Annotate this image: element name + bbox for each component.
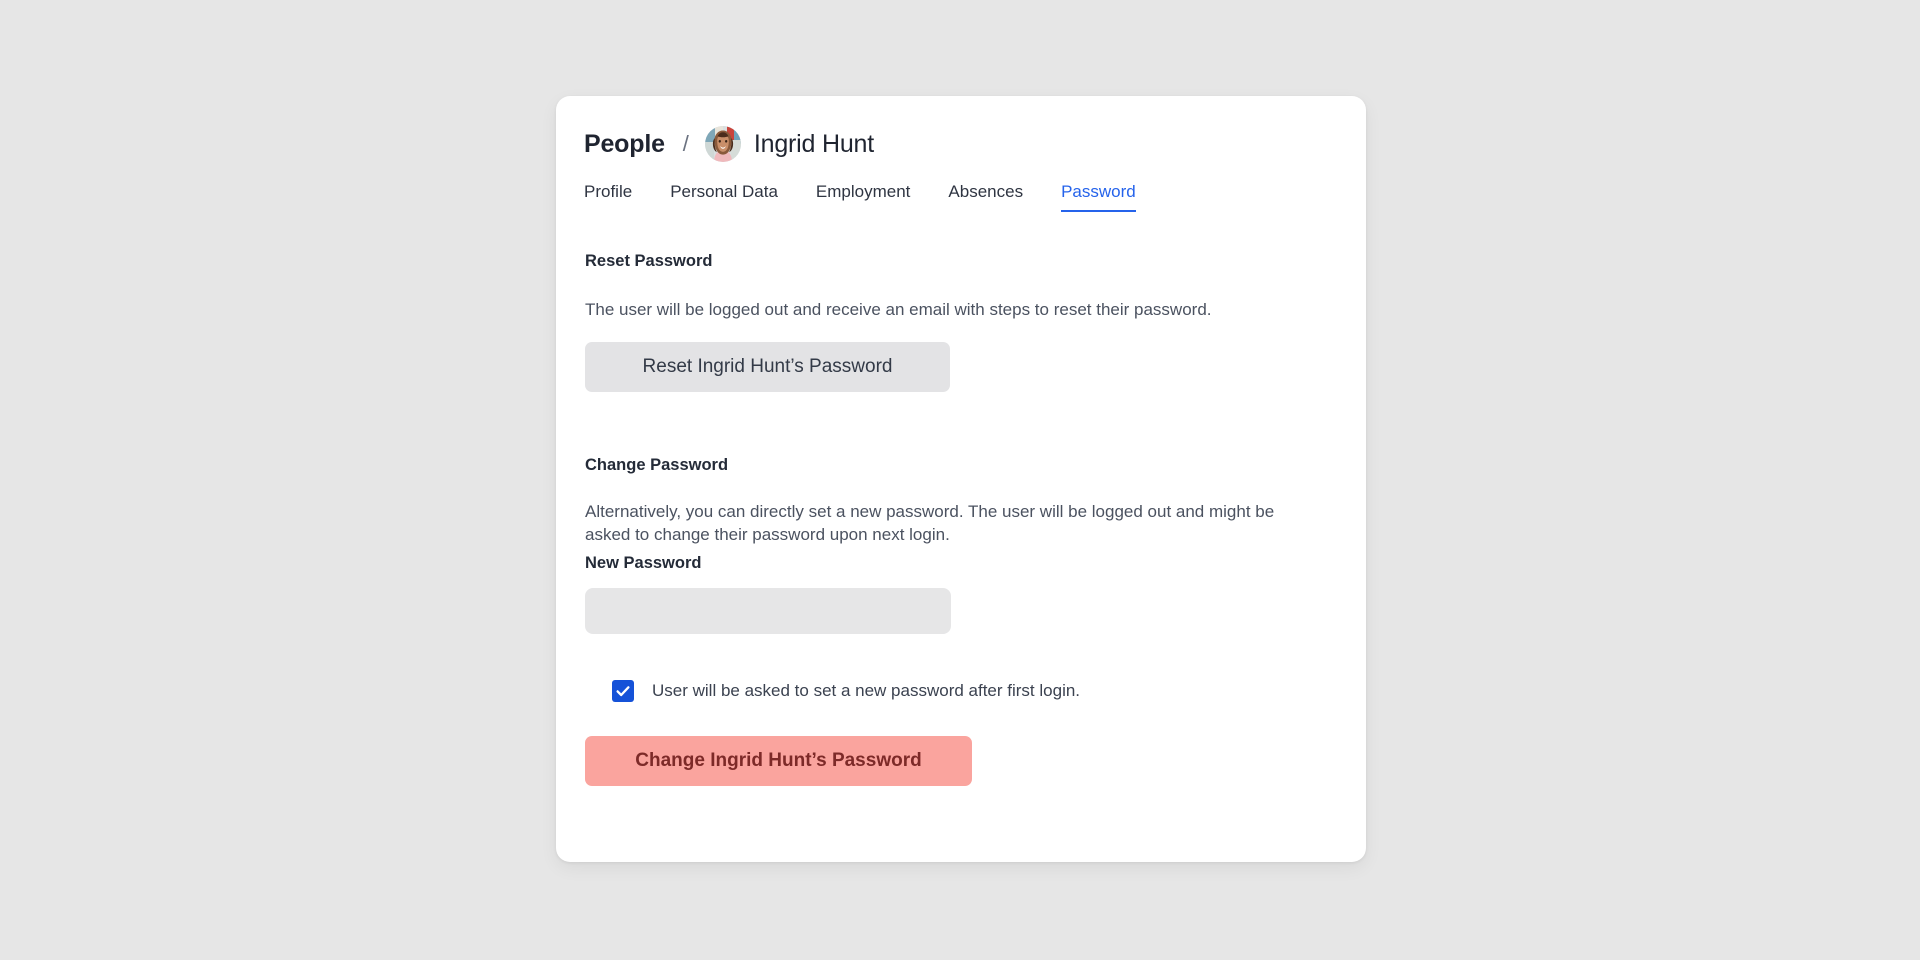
new-password-input[interactable] [585, 588, 951, 634]
breadcrumb-separator: / [682, 131, 689, 156]
tab-employment[interactable]: Employment [816, 182, 910, 212]
force-reset-checkbox-label: User will be asked to set a new password… [652, 681, 1081, 700]
reset-password-button[interactable]: Reset Ingrid Hunt’s Password [585, 342, 950, 392]
change-password-description: Alternatively, you can directly set a ne… [585, 502, 1275, 544]
force-reset-checkbox-row: User will be asked to set a new password… [612, 680, 1080, 702]
page-title: Ingrid Hunt [753, 129, 874, 158]
breadcrumb: People / Ingrid Hunt [584, 124, 874, 164]
change-password-button[interactable]: Change Ingrid Hunt’s Password [585, 736, 972, 786]
tab-profile[interactable]: Profile [584, 182, 632, 212]
person-detail-card: People / Ingrid Hunt Profile Personal Da… [556, 96, 1366, 862]
breadcrumb-people-link[interactable]: People [584, 130, 665, 159]
change-password-heading: Change Password [585, 456, 729, 474]
force-reset-checkbox[interactable] [612, 680, 634, 702]
avatar [704, 126, 741, 162]
tab-bar: Profile Personal Data Employment Absence… [584, 182, 1136, 212]
tab-password[interactable]: Password [1061, 182, 1136, 212]
app-page: People / Ingrid Hunt Profile Personal Da… [0, 0, 1920, 960]
new-password-label: New Password [585, 554, 702, 572]
tab-personal-data[interactable]: Personal Data [670, 182, 778, 212]
reset-password-heading: Reset Password [585, 252, 713, 270]
reset-password-description: The user will be logged out and receive … [585, 300, 1212, 319]
tab-absences[interactable]: Absences [948, 182, 1023, 212]
